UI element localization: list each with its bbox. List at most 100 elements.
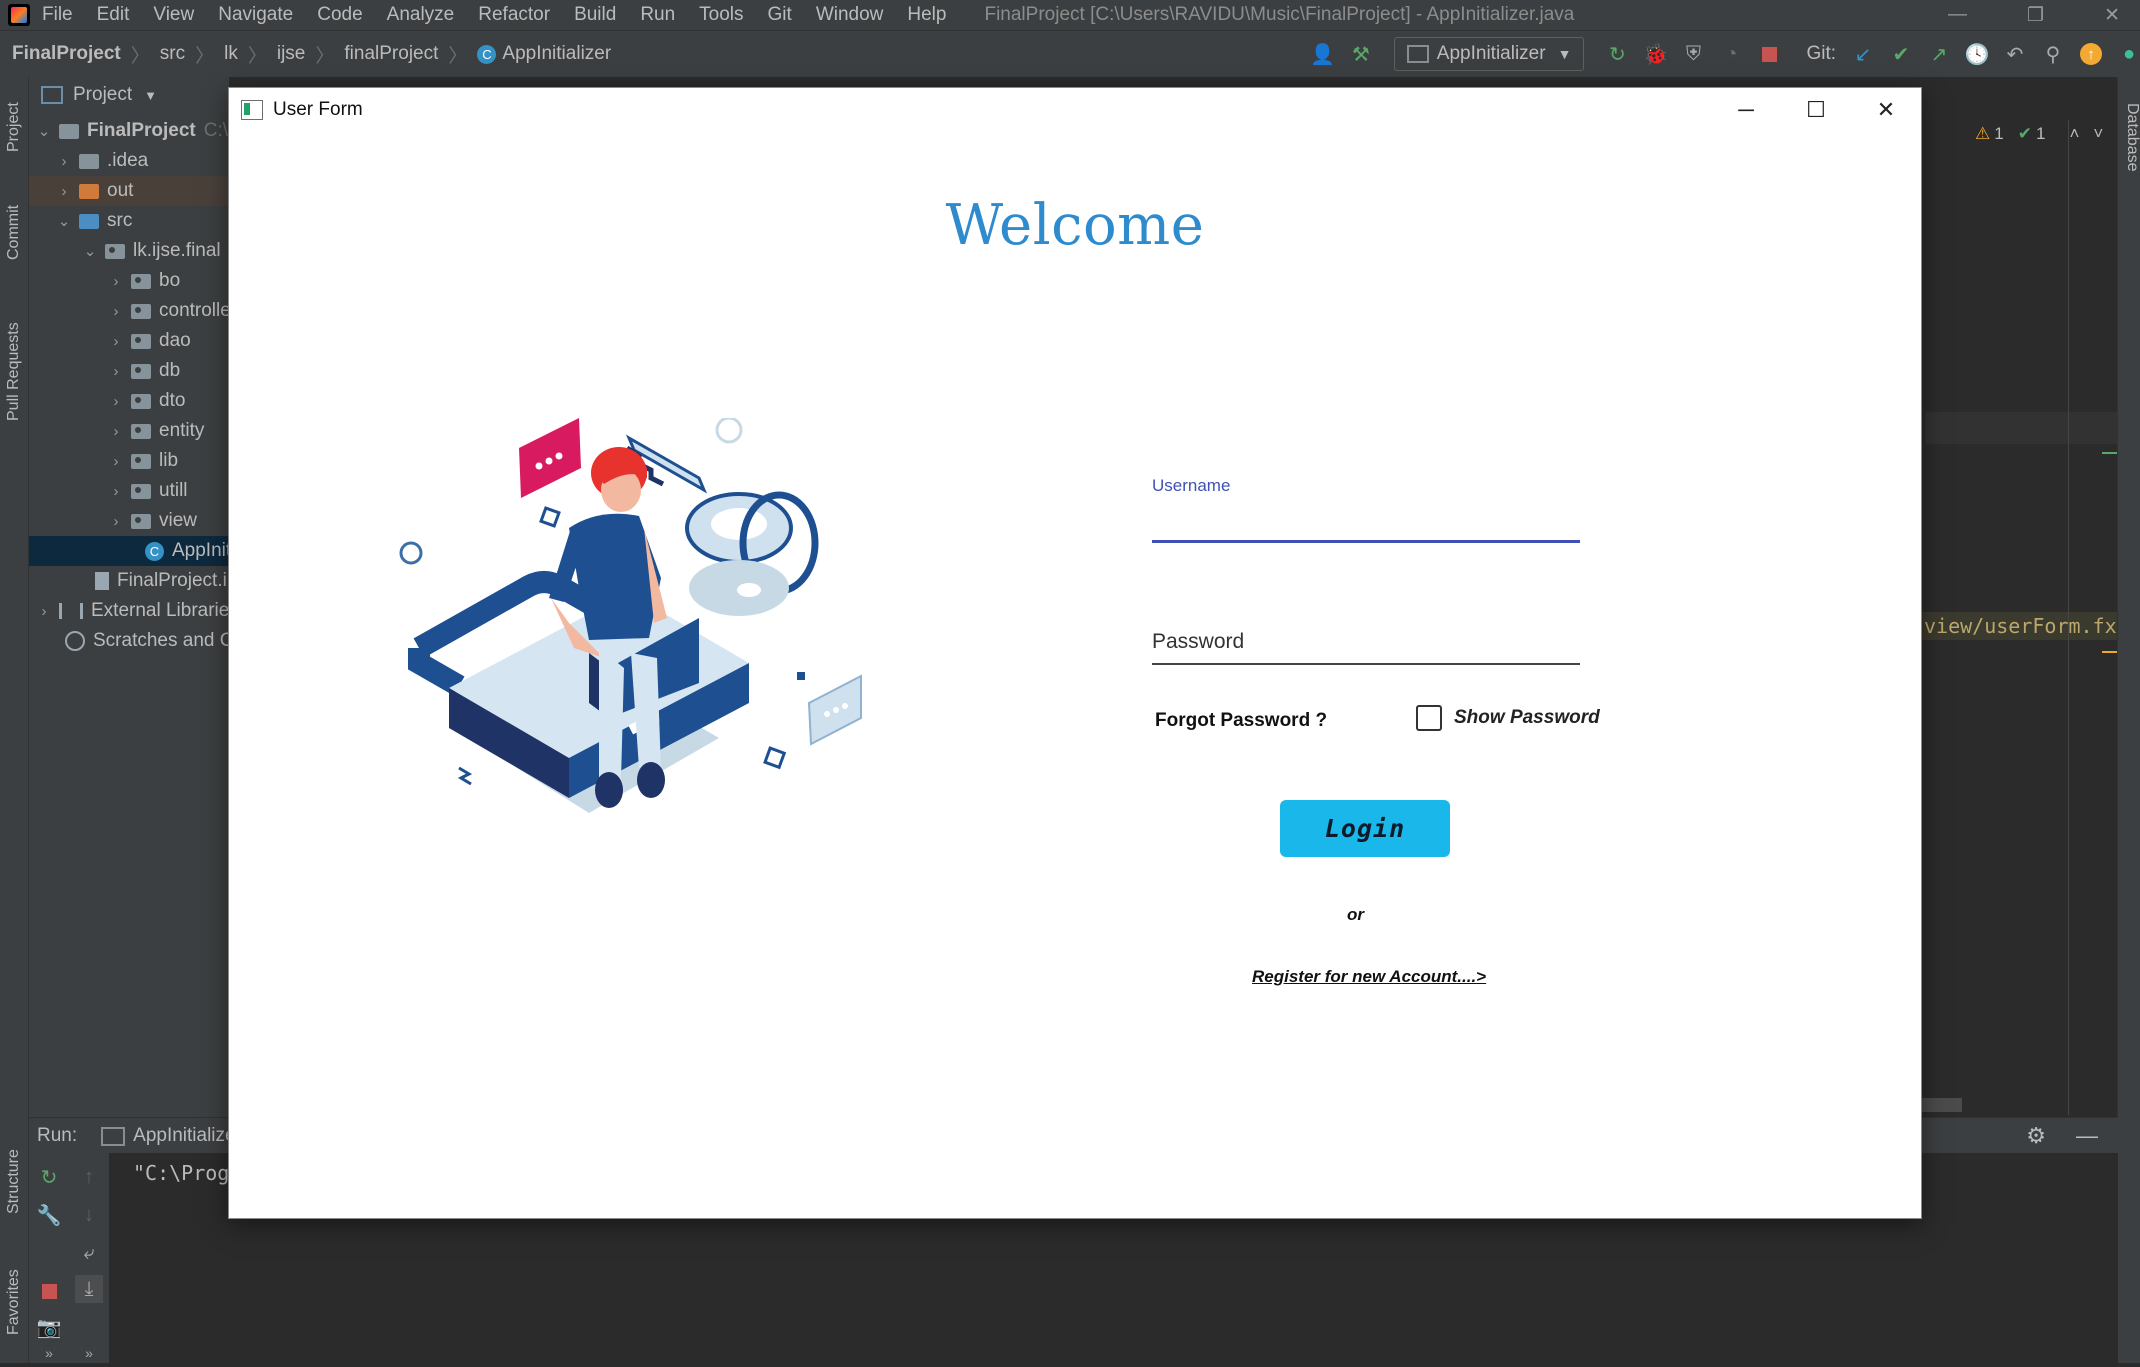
rollback-icon[interactable]: ↶ [2004, 43, 2026, 66]
inspection-widget[interactable]: ⚠ 1 ✔ 1 ˄ ˅ [1975, 124, 2103, 144]
plugin-icon[interactable]: ● [2118, 43, 2140, 65]
tree-item-bo[interactable]: › bo [29, 266, 229, 296]
stop-icon[interactable] [1758, 43, 1780, 65]
soft-wrap-icon[interactable]: ⤶ [75, 1239, 103, 1267]
tab-database[interactable]: Database [2120, 87, 2140, 187]
chevron-down-icon[interactable]: ˅ [2093, 124, 2103, 144]
tree-item-out[interactable]: › out [29, 176, 229, 206]
tree-item-lib[interactable]: › lib [29, 446, 229, 476]
hide-panel-icon[interactable]: — [2076, 1123, 2098, 1149]
chevron-right-icon: › [61, 182, 67, 200]
minimize-button[interactable]: ─ [1711, 88, 1781, 132]
package-icon [131, 393, 151, 409]
breadcrumb-lk[interactable]: lk [224, 43, 238, 65]
user-icon[interactable]: 👤 [1310, 43, 1335, 66]
menu-refactor[interactable]: Refactor [478, 4, 550, 26]
tree-item-src[interactable]: ⌄ src [29, 206, 229, 236]
git-update-icon[interactable]: ↙ [1852, 43, 1874, 66]
tab-commit[interactable]: Commit [2, 187, 26, 277]
checkbox-box[interactable] [1416, 705, 1442, 731]
horizontal-scrollbar[interactable] [1922, 1098, 1962, 1112]
menu-help[interactable]: Help [907, 4, 946, 26]
breadcrumb-ijse[interactable]: ijse [277, 43, 306, 65]
tree-item-appinitializer[interactable]: C AppInitializer [29, 536, 229, 566]
breadcrumb-finalproject[interactable]: finalProject [344, 43, 438, 65]
menu-analyze[interactable]: Analyze [387, 4, 455, 26]
menu-navigate[interactable]: Navigate [218, 4, 293, 26]
breadcrumb-project[interactable]: FinalProject [12, 43, 121, 65]
maximize-button[interactable]: ☐ [1781, 88, 1851, 132]
tab-favorites[interactable]: Favorites [2, 1247, 26, 1357]
rerun-icon[interactable]: ↻ [1606, 43, 1628, 66]
chevron-right-icon: › [113, 392, 119, 410]
coverage-icon[interactable]: ⛨ [1682, 43, 1704, 65]
tree-item-db[interactable]: › db [29, 356, 229, 386]
run-label: Run: [37, 1125, 78, 1146]
menu-file[interactable]: File [42, 4, 73, 26]
tree-item-lk-ijse-final[interactable]: ⌄ lk.ijse.final [29, 236, 229, 266]
arrow-up-icon[interactable]: ↑ [75, 1163, 103, 1191]
menu-edit[interactable]: Edit [97, 4, 130, 26]
search-icon[interactable]: ⚲ [2042, 43, 2064, 66]
login-button[interactable]: Login [1280, 800, 1450, 857]
tree-item-label: AppInitializer [172, 540, 229, 561]
stop-icon[interactable] [35, 1277, 63, 1305]
debug-icon[interactable]: 🐞 [1643, 43, 1668, 66]
run-configuration-select[interactable]: AppInitializer ▼ [1393, 37, 1585, 71]
tab-project[interactable]: Project [2, 87, 26, 167]
menu-tools[interactable]: Tools [699, 4, 743, 26]
register-link[interactable]: Register for new Account....> [1252, 967, 1486, 987]
restore-icon[interactable]: ❐ [2027, 4, 2044, 27]
tab-pull-requests[interactable]: Pull Requests [2, 297, 26, 447]
show-password-checkbox[interactable]: Show Password [1416, 705, 1600, 731]
update-available-icon[interactable]: ↑ [2080, 43, 2102, 65]
build-hammer-icon[interactable]: ⚒ [1350, 43, 1372, 66]
menu-build[interactable]: Build [574, 4, 616, 26]
project-panel-header[interactable]: Project ▼ [29, 77, 229, 113]
menu-run[interactable]: Run [640, 4, 675, 26]
dialog-titlebar[interactable]: User Form ─ ☐ ✕ [229, 88, 1921, 132]
tree-item-controller[interactable]: › controller [29, 296, 230, 326]
menu-view[interactable]: View [153, 4, 194, 26]
close-icon[interactable]: ✕ [2104, 4, 2120, 27]
minimize-icon[interactable]: — [1948, 4, 1967, 27]
tree-item-entity[interactable]: › entity [29, 416, 229, 446]
git-commit-icon[interactable]: ✔ [1890, 43, 1912, 66]
username-input[interactable] [1152, 500, 1580, 536]
menu-git[interactable]: Git [768, 4, 792, 26]
breadcrumb-src[interactable]: src [160, 43, 185, 65]
tree-item-iml[interactable]: FinalProject.iml [29, 566, 229, 596]
tree-item-dao[interactable]: › dao [29, 326, 229, 356]
profile-icon[interactable]: ◔ [1720, 43, 1742, 65]
tree-item-label: External Libraries [91, 600, 229, 621]
chevron-down-icon: ▼ [144, 87, 158, 103]
camera-icon[interactable]: 📷 [35, 1313, 63, 1341]
history-icon[interactable]: 🕓 [1965, 43, 1990, 66]
chevron-up-icon[interactable]: ˄ [2069, 124, 2079, 144]
gear-icon[interactable]: ⚙ [2026, 1123, 2046, 1149]
tree-item-utill[interactable]: › utill [29, 476, 229, 506]
forgot-password-link[interactable]: Forgot Password ? [1155, 710, 1327, 732]
tree-item-idea[interactable]: › .idea [29, 146, 229, 176]
run-tab-appinitializer[interactable]: AppInitializer [101, 1125, 242, 1147]
menu-code[interactable]: Code [317, 4, 362, 26]
close-button[interactable]: ✕ [1851, 88, 1921, 132]
scratches-icon [65, 631, 85, 651]
tree-item-view[interactable]: › view [29, 506, 229, 536]
wrench-icon[interactable]: 🔧 [35, 1201, 63, 1229]
tab-structure[interactable]: Structure [2, 1127, 26, 1237]
tree-item-dto[interactable]: › dto [29, 386, 229, 416]
git-push-icon[interactable]: ↗ [1928, 43, 1950, 66]
project-tool-window: Project ▼ ⌄ FinalProject C:\ › .idea › o… [29, 77, 229, 1117]
chevron-right-icon: › [113, 452, 119, 470]
breadcrumb-appinitializer[interactable]: C AppInitializer [477, 43, 611, 65]
menu-window[interactable]: Window [816, 4, 884, 26]
password-input[interactable] [1152, 623, 1580, 661]
tree-item-external-libraries[interactable]: › External Libraries [29, 596, 230, 626]
tree-item-scratches[interactable]: Scratches and Consoles [29, 626, 229, 656]
tree-item-finalproject[interactable]: ⌄ FinalProject C:\ [29, 116, 229, 146]
scroll-to-end-icon[interactable]: ⤓ [75, 1275, 103, 1303]
arrow-down-icon[interactable]: ↓ [75, 1201, 103, 1229]
rerun-icon[interactable]: ↻ [35, 1163, 63, 1191]
user-form-window: User Form ─ ☐ ✕ Welcome Username Forgot … [229, 88, 1921, 1218]
